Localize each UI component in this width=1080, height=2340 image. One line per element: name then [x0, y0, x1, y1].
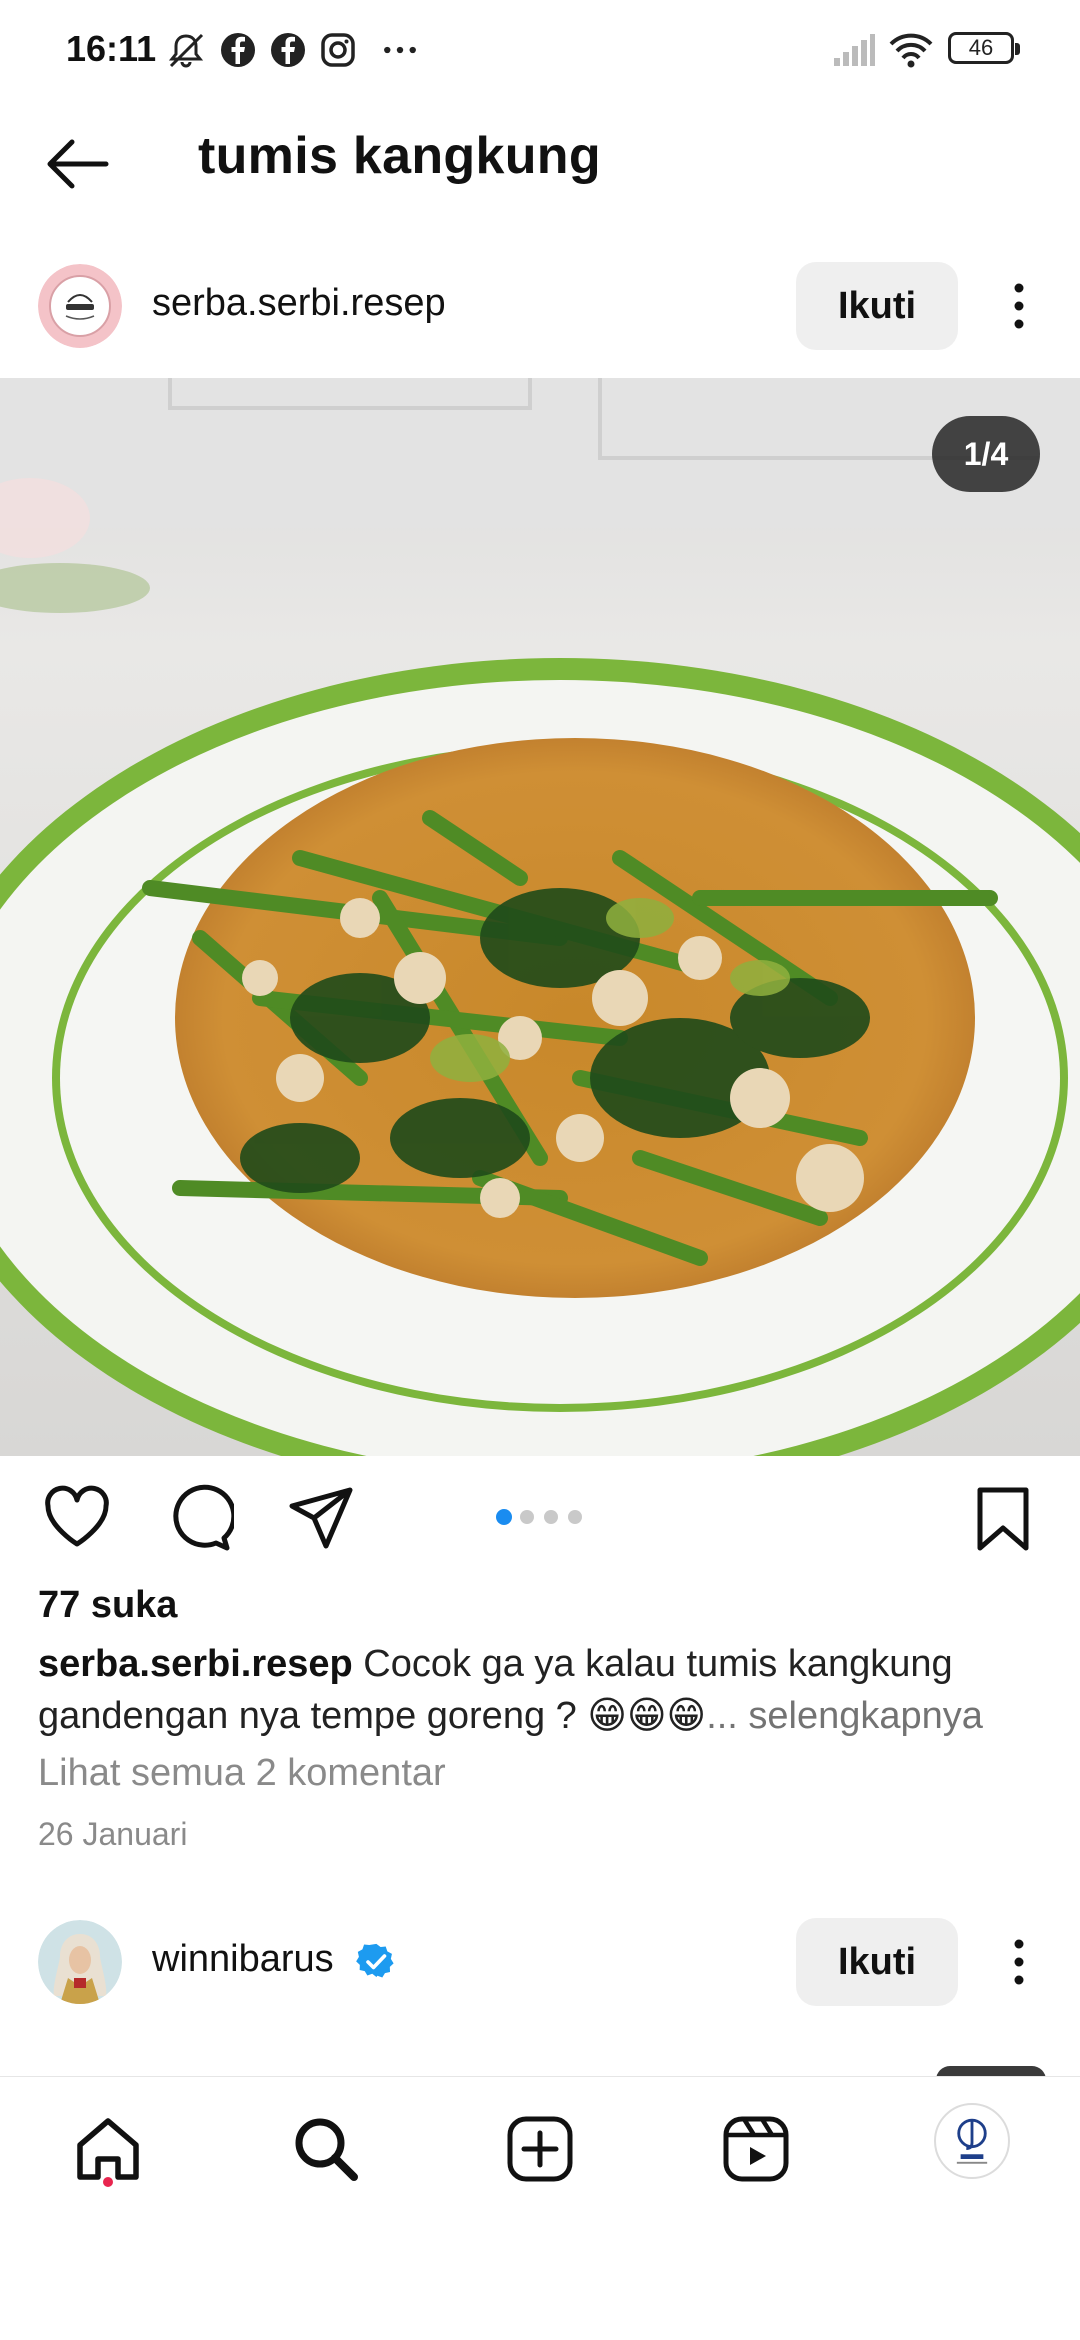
- carousel-dot-active: [496, 1509, 512, 1525]
- food-photo: [0, 378, 1080, 1456]
- next-post-header: winnibarus Ikuti: [0, 1906, 1080, 2026]
- top-bar: tumis kangkung: [0, 100, 1080, 230]
- facebook-icon: [221, 33, 255, 67]
- post-image[interactable]: [0, 378, 1080, 1456]
- page-title: tumis kangkung: [198, 127, 601, 185]
- more-notifications-icon: [384, 46, 416, 54]
- facebook-icon: [271, 33, 305, 67]
- post-header: serba.serbi.resep Ikuti: [0, 250, 1080, 370]
- status-time: 16:11: [66, 28, 157, 69]
- comment-icon[interactable]: [164, 1484, 234, 1554]
- heart-icon[interactable]: [42, 1484, 112, 1554]
- more-options-icon[interactable]: [1000, 274, 1038, 338]
- verified-badge-icon: [356, 1943, 394, 1978]
- carousel-dots: [496, 1509, 586, 1530]
- search-icon[interactable]: [290, 2113, 362, 2185]
- next-post-username[interactable]: winnibarus: [152, 1938, 334, 1981]
- post-actions: [0, 1470, 1080, 1570]
- avatar[interactable]: [38, 264, 122, 348]
- post-caption: serba.serbi.resep Cocok ga ya kalau tumi…: [38, 1638, 1048, 1742]
- create-icon[interactable]: [504, 2113, 576, 2185]
- likes-count[interactable]: 77 suka: [38, 1584, 177, 1627]
- bookmark-icon[interactable]: [968, 1484, 1038, 1554]
- post-username[interactable]: serba.serbi.resep: [152, 282, 446, 325]
- mute-icon: [168, 33, 204, 68]
- follow-button[interactable]: Ikuti: [796, 262, 958, 350]
- wifi-icon: [889, 33, 933, 68]
- share-icon[interactable]: [286, 1484, 356, 1554]
- bottom-navigation: [0, 2076, 1080, 2216]
- status-bar: 16:11 46: [0, 0, 1080, 100]
- battery-icon: 46: [948, 32, 1020, 64]
- avatar-image: [38, 264, 122, 348]
- avatar-image: [38, 1920, 122, 2004]
- carousel-dot: [544, 1510, 558, 1524]
- more-options-icon[interactable]: [1000, 1930, 1038, 1994]
- signal-icon: [834, 34, 875, 66]
- carousel-dot: [568, 1510, 582, 1524]
- profile-logo-icon: [956, 2118, 988, 2164]
- carousel-dot: [520, 1510, 534, 1524]
- follow-button[interactable]: Ikuti: [796, 1918, 958, 2006]
- profile-avatar[interactable]: [934, 2103, 1010, 2179]
- caption-more-link[interactable]: ... selengkapnya: [706, 1695, 983, 1737]
- home-icon[interactable]: [72, 2113, 144, 2185]
- avatar[interactable]: [38, 1920, 122, 2004]
- arrow-left-icon[interactable]: [40, 132, 114, 196]
- carousel-page-indicator: 1/4: [932, 416, 1040, 492]
- reels-icon[interactable]: [720, 2113, 792, 2185]
- caption-username[interactable]: serba.serbi.resep: [38, 1643, 353, 1685]
- instagram-icon: [321, 33, 355, 67]
- home-notification-dot: [103, 2177, 113, 2187]
- post-date: 26 Januari: [38, 1816, 188, 1852]
- view-comments-link[interactable]: Lihat semua 2 komentar: [38, 1752, 446, 1795]
